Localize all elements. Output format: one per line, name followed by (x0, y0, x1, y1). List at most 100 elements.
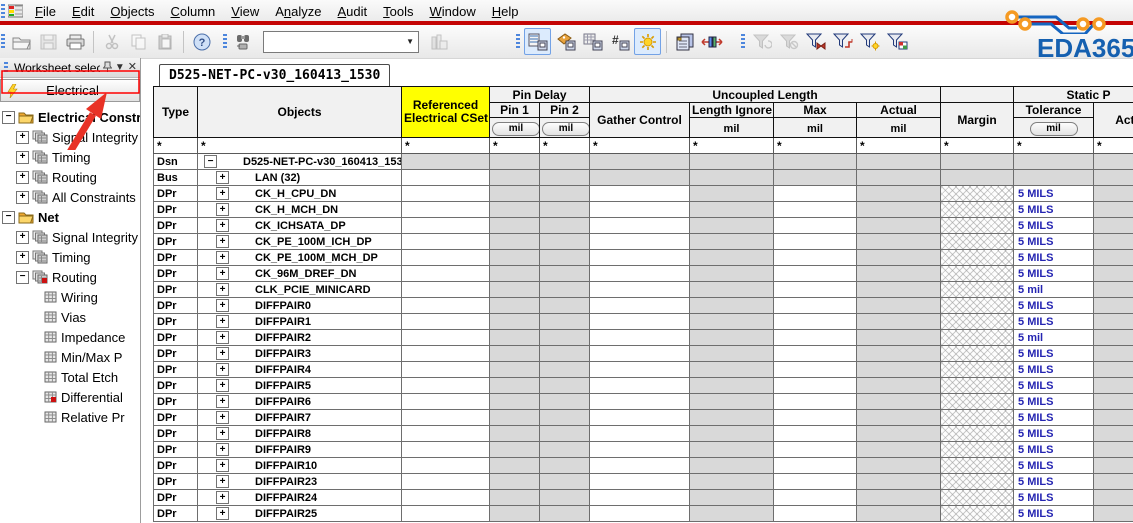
tree-item-timing[interactable]: + Timing (0, 247, 140, 267)
collapse-icon[interactable]: − (2, 110, 15, 124)
tree-item-routing[interactable]: + Routing (0, 167, 140, 187)
max-cell[interactable] (773, 233, 857, 250)
filter-cell[interactable]: * (401, 137, 490, 154)
filter-refresh-icon[interactable] (749, 29, 774, 54)
gather-control-cell[interactable] (589, 377, 690, 394)
gather-control-cell[interactable] (589, 393, 690, 410)
find-icon[interactable] (231, 29, 256, 54)
worksheet-tab[interactable]: D525-NET-PC-v30_160413_1530 (159, 64, 391, 86)
combo-dropdown-arrow[interactable]: ▼ (406, 37, 414, 46)
expand-icon[interactable]: + (216, 379, 229, 392)
expand-icon[interactable]: + (16, 250, 29, 264)
tolerance-cell[interactable]: 5 mil (1013, 281, 1095, 298)
referenced-cset-cell[interactable] (401, 345, 490, 362)
save-icon[interactable] (36, 29, 61, 54)
max-cell[interactable] (773, 265, 857, 282)
menu-objects[interactable]: Objects (102, 2, 162, 21)
tree-item-relative-pr[interactable]: Relative Pr (0, 407, 140, 427)
panel-drag-handle[interactable] (4, 61, 8, 74)
tree-item-signal-integrity[interactable]: + Signal Integrity (0, 227, 140, 247)
objects-cell[interactable]: + DIFFPAIR8 (197, 425, 402, 442)
gather-control-cell[interactable] (589, 217, 690, 234)
max-cell[interactable] (773, 489, 857, 506)
gather-control-cell[interactable] (589, 329, 690, 346)
tree-item-all-constraints[interactable]: + All Constraints (0, 187, 140, 207)
expand-icon[interactable]: + (216, 347, 229, 360)
objects-cell[interactable]: + CK_PE_100M_ICH_DP (197, 233, 402, 250)
objects-cell[interactable]: + DIFFPAIR25 (197, 505, 402, 522)
max-cell[interactable] (773, 409, 857, 426)
gather-control-cell[interactable] (589, 457, 690, 474)
filter-clear-icon[interactable] (776, 29, 801, 54)
tolerance-cell[interactable]: 5 MILS (1013, 441, 1095, 458)
referenced-cset-cell[interactable] (401, 505, 490, 522)
referenced-cset-cell[interactable] (401, 377, 490, 394)
filter-cell[interactable]: * (1093, 137, 1133, 154)
menu-file[interactable]: File (27, 2, 64, 21)
tree-item-net[interactable]: − Net (0, 207, 140, 227)
objects-cell[interactable]: + DIFFPAIR10 (197, 457, 402, 474)
objects-cell[interactable]: + CLK_PCIE_MINICARD (197, 281, 402, 298)
gather-control-cell[interactable] (589, 265, 690, 282)
highlight-icon[interactable] (634, 28, 661, 55)
gather-control-cell[interactable] (589, 473, 690, 490)
referenced-cset-cell[interactable] (401, 233, 490, 250)
expand-icon[interactable]: + (16, 170, 29, 184)
expand-icon[interactable]: + (216, 235, 229, 248)
copy-worksheet-icon[interactable] (672, 29, 697, 54)
menu-edit[interactable]: Edit (64, 2, 102, 21)
unit-button-tolerance[interactable]: mil (1029, 121, 1078, 136)
count-view-icon[interactable]: # (607, 29, 632, 54)
referenced-cset-cell[interactable] (401, 329, 490, 346)
tree-item-timing[interactable]: + Timing (0, 147, 140, 167)
route-spacing-icon[interactable] (699, 29, 724, 54)
menubar-drag-handle[interactable] (1, 3, 5, 19)
referenced-cset-cell[interactable] (401, 457, 490, 474)
tolerance-cell[interactable]: 5 MILS (1013, 361, 1095, 378)
column-header-pin1[interactable]: Pin 1 (489, 102, 540, 118)
referenced-cset-cell[interactable] (401, 201, 490, 218)
expand-icon[interactable]: + (216, 459, 229, 472)
tree-item-vias[interactable]: Vias (0, 307, 140, 327)
objects-cell[interactable]: + DIFFPAIR4 (197, 361, 402, 378)
max-cell[interactable] (773, 201, 857, 218)
max-cell[interactable] (773, 505, 857, 522)
tolerance-cell[interactable]: 5 MILS (1013, 377, 1095, 394)
grid-view-icon[interactable] (580, 29, 605, 54)
max-cell[interactable] (773, 473, 857, 490)
menu-column[interactable]: Column (162, 2, 223, 21)
max-cell[interactable] (773, 361, 857, 378)
referenced-cset-cell[interactable] (401, 473, 490, 490)
objects-cell[interactable]: + DIFFPAIR24 (197, 489, 402, 506)
objects-cell[interactable]: + DIFFPAIR9 (197, 441, 402, 458)
referenced-cset-cell[interactable] (401, 265, 490, 282)
expand-icon[interactable]: + (216, 251, 229, 264)
worksheet-view-icon[interactable] (524, 28, 551, 55)
unit-button-pin2[interactable]: mil (542, 121, 589, 136)
max-cell[interactable] (773, 297, 857, 314)
filter-cell[interactable]: * (773, 137, 857, 154)
menu-help[interactable]: Help (484, 2, 527, 21)
menu-window[interactable]: Window (422, 2, 484, 21)
copy-icon[interactable] (126, 29, 151, 54)
expand-icon[interactable]: + (216, 411, 229, 424)
pin-icon[interactable] (102, 61, 113, 75)
expand-icon[interactable]: + (216, 491, 229, 504)
filter-cell[interactable]: * (197, 137, 402, 154)
filter-cell[interactable]: * (489, 137, 540, 154)
apply-icon[interactable] (426, 29, 451, 54)
gather-control-cell[interactable] (589, 409, 690, 426)
expand-icon[interactable]: + (216, 363, 229, 376)
referenced-cset-cell[interactable] (401, 361, 490, 378)
filter-highlight-icon[interactable] (857, 29, 882, 54)
collapse-icon[interactable]: − (2, 210, 15, 224)
unit-button-pin1[interactable]: mil (492, 121, 539, 136)
chevron-down-icon[interactable]: ▼ (115, 62, 125, 73)
objects-cell[interactable]: + DIFFPAIR5 (197, 377, 402, 394)
filter-cell[interactable]: * (1013, 137, 1095, 154)
gather-control-cell[interactable] (589, 297, 690, 314)
max-cell[interactable] (773, 329, 857, 346)
tree-item-wiring[interactable]: Wiring (0, 287, 140, 307)
tag-view-icon[interactable] (553, 29, 578, 54)
tolerance-cell[interactable]: 5 MILS (1013, 201, 1095, 218)
